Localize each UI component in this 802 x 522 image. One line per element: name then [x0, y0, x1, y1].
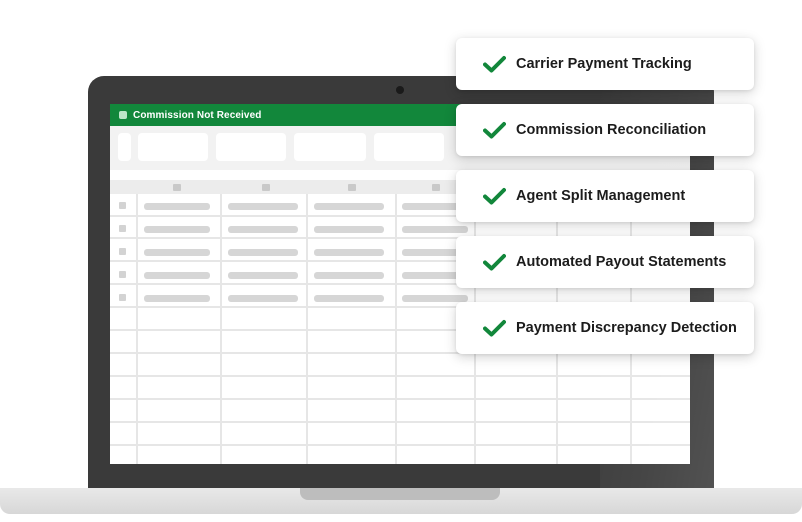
filter-field[interactable]: [294, 133, 366, 161]
checkmark-icon: [483, 254, 506, 271]
feature-card-agent-split-management: Agent Split Management: [456, 170, 754, 222]
table-cell: [228, 272, 298, 279]
feature-card-carrier-payment-tracking: Carrier Payment Tracking: [456, 38, 754, 90]
filter-field[interactable]: [138, 133, 208, 161]
table-cell: [228, 295, 298, 302]
table-cell: [314, 226, 384, 233]
filter-toggle[interactable]: [118, 133, 131, 161]
feature-card-commission-reconciliation: Commission Reconciliation: [456, 104, 754, 156]
column-sort-icon[interactable]: [173, 184, 181, 191]
webcam: [396, 86, 404, 94]
table-cell: [314, 295, 384, 302]
row-checkbox[interactable]: [119, 202, 126, 209]
filter-field[interactable]: [374, 133, 444, 161]
row-checkbox[interactable]: [119, 271, 126, 278]
checkmark-icon: [483, 56, 506, 73]
table-cell: [402, 295, 468, 302]
header-icon: [119, 111, 127, 119]
checkmark-icon: [483, 320, 506, 337]
checkmark-icon: [483, 188, 506, 205]
laptop-opening-notch: [300, 488, 500, 500]
table-cell: [228, 226, 298, 233]
column-sort-icon[interactable]: [348, 184, 356, 191]
column-sort-icon[interactable]: [262, 184, 270, 191]
feature-label: Agent Split Management: [516, 188, 686, 204]
row-checkbox[interactable]: [119, 248, 126, 255]
feature-label: Carrier Payment Tracking: [516, 56, 692, 72]
table-cell: [402, 226, 468, 233]
filter-field[interactable]: [216, 133, 286, 161]
table-cell: [144, 203, 210, 210]
table-cell: [314, 203, 384, 210]
table-cell: [314, 249, 384, 256]
page-title: Commission Not Received: [133, 109, 262, 121]
feature-label: Commission Reconciliation: [516, 122, 707, 138]
feature-label: Payment Discrepancy Detection: [516, 320, 737, 336]
table-cell: [228, 249, 298, 256]
table-cell: [314, 272, 384, 279]
table-cell: [144, 226, 210, 233]
row-checkbox[interactable]: [119, 225, 126, 232]
table-cell: [144, 295, 210, 302]
feature-label: Automated Payout Statements: [516, 254, 727, 270]
column-sort-icon[interactable]: [432, 184, 440, 191]
checkmark-icon: [483, 122, 506, 139]
feature-card-payment-discrepancy-detection: Payment Discrepancy Detection: [456, 302, 754, 354]
row-checkbox[interactable]: [119, 294, 126, 301]
table-cell: [228, 203, 298, 210]
feature-card-automated-payout-statements: Automated Payout Statements: [456, 236, 754, 288]
table-cell: [144, 272, 210, 279]
table-cell: [144, 249, 210, 256]
